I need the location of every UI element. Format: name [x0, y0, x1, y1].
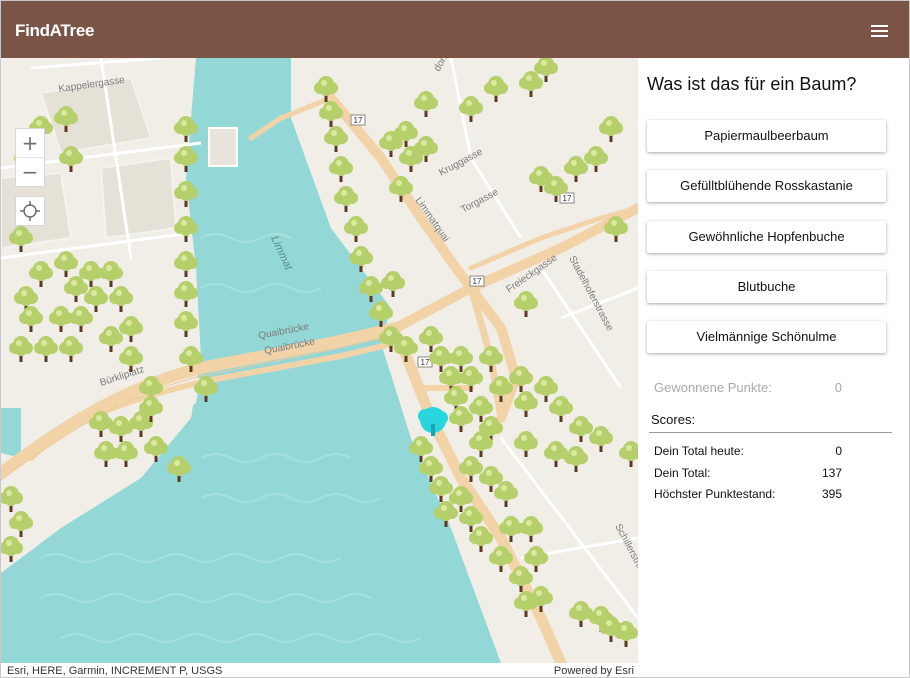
zoom-out-button[interactable]: − [16, 157, 44, 186]
pier [208, 127, 238, 167]
answer-button[interactable]: Blutbuche [647, 271, 886, 303]
powered-by-esri-link[interactable]: Powered by Esri [554, 665, 634, 677]
basemap[interactable]: 17 17 17 17 Kappelergasse Limmat Kruggas… [1, 58, 638, 663]
score-label: Dein Total: [654, 466, 711, 480]
score-row-total: Dein Total: 137 [654, 466, 842, 480]
points-value: 0 [834, 380, 842, 395]
scores-divider [649, 432, 892, 433]
answer-button[interactable]: Gefülltblühende Rosskastanie [647, 170, 886, 202]
app-window: FindATree 17 17 17 17 Kappelergasse Limm… [0, 0, 910, 678]
left-water-inlet [1, 408, 21, 458]
quiz-question: Was ist das für ein Baum? [647, 74, 857, 94]
answer-button[interactable]: Gewöhnliche Hopfenbuche [647, 221, 886, 253]
attribution-text: Esri, HERE, Garmin, INCREMENT P, USGS [7, 665, 223, 677]
answer-button[interactable]: Vielmännige Schönulme [647, 321, 886, 353]
map-view[interactable]: 17 17 17 17 Kappelergasse Limmat Kruggas… [1, 58, 638, 663]
route-shield-17: 17 [350, 114, 366, 126]
scores-label: Scores: [651, 412, 696, 427]
route-shield-17: 17 [469, 275, 485, 287]
locate-crosshair-icon [20, 201, 40, 221]
svg-text:17: 17 [354, 116, 363, 125]
score-label: Höchster Punktestand: [654, 487, 776, 501]
points-row: Gewonnene Punkte: 0 [654, 380, 842, 395]
score-label: Dein Total heute: [654, 444, 744, 458]
svg-text:17: 17 [563, 194, 572, 203]
points-label: Gewonnene Punkte: [654, 380, 772, 395]
score-value: 395 [821, 487, 842, 501]
zoom-in-button[interactable]: + [16, 129, 44, 157]
app-brand[interactable]: FindATree [15, 21, 94, 41]
quiz-panel: Was ist das für ein Baum? Papiermaulbeer… [638, 58, 909, 677]
svg-text:17: 17 [421, 358, 430, 367]
svg-text:17: 17 [473, 277, 482, 286]
zoom-control: + − [15, 128, 45, 187]
app-header: FindATree [1, 1, 909, 58]
hamburger-menu-icon[interactable] [871, 25, 888, 37]
route-shield-17: 17 [559, 192, 575, 204]
map-attribution: Esri, HERE, Garmin, INCREMENT P, USGS Po… [1, 663, 638, 677]
score-row-highscore: Höchster Punktestand: 395 [654, 487, 842, 501]
score-row-today: Dein Total heute: 0 [654, 444, 842, 458]
score-value: 0 [835, 444, 842, 458]
locate-button[interactable] [15, 196, 45, 226]
answer-button[interactable]: Papiermaulbeerbaum [647, 120, 886, 152]
score-value: 137 [821, 466, 842, 480]
